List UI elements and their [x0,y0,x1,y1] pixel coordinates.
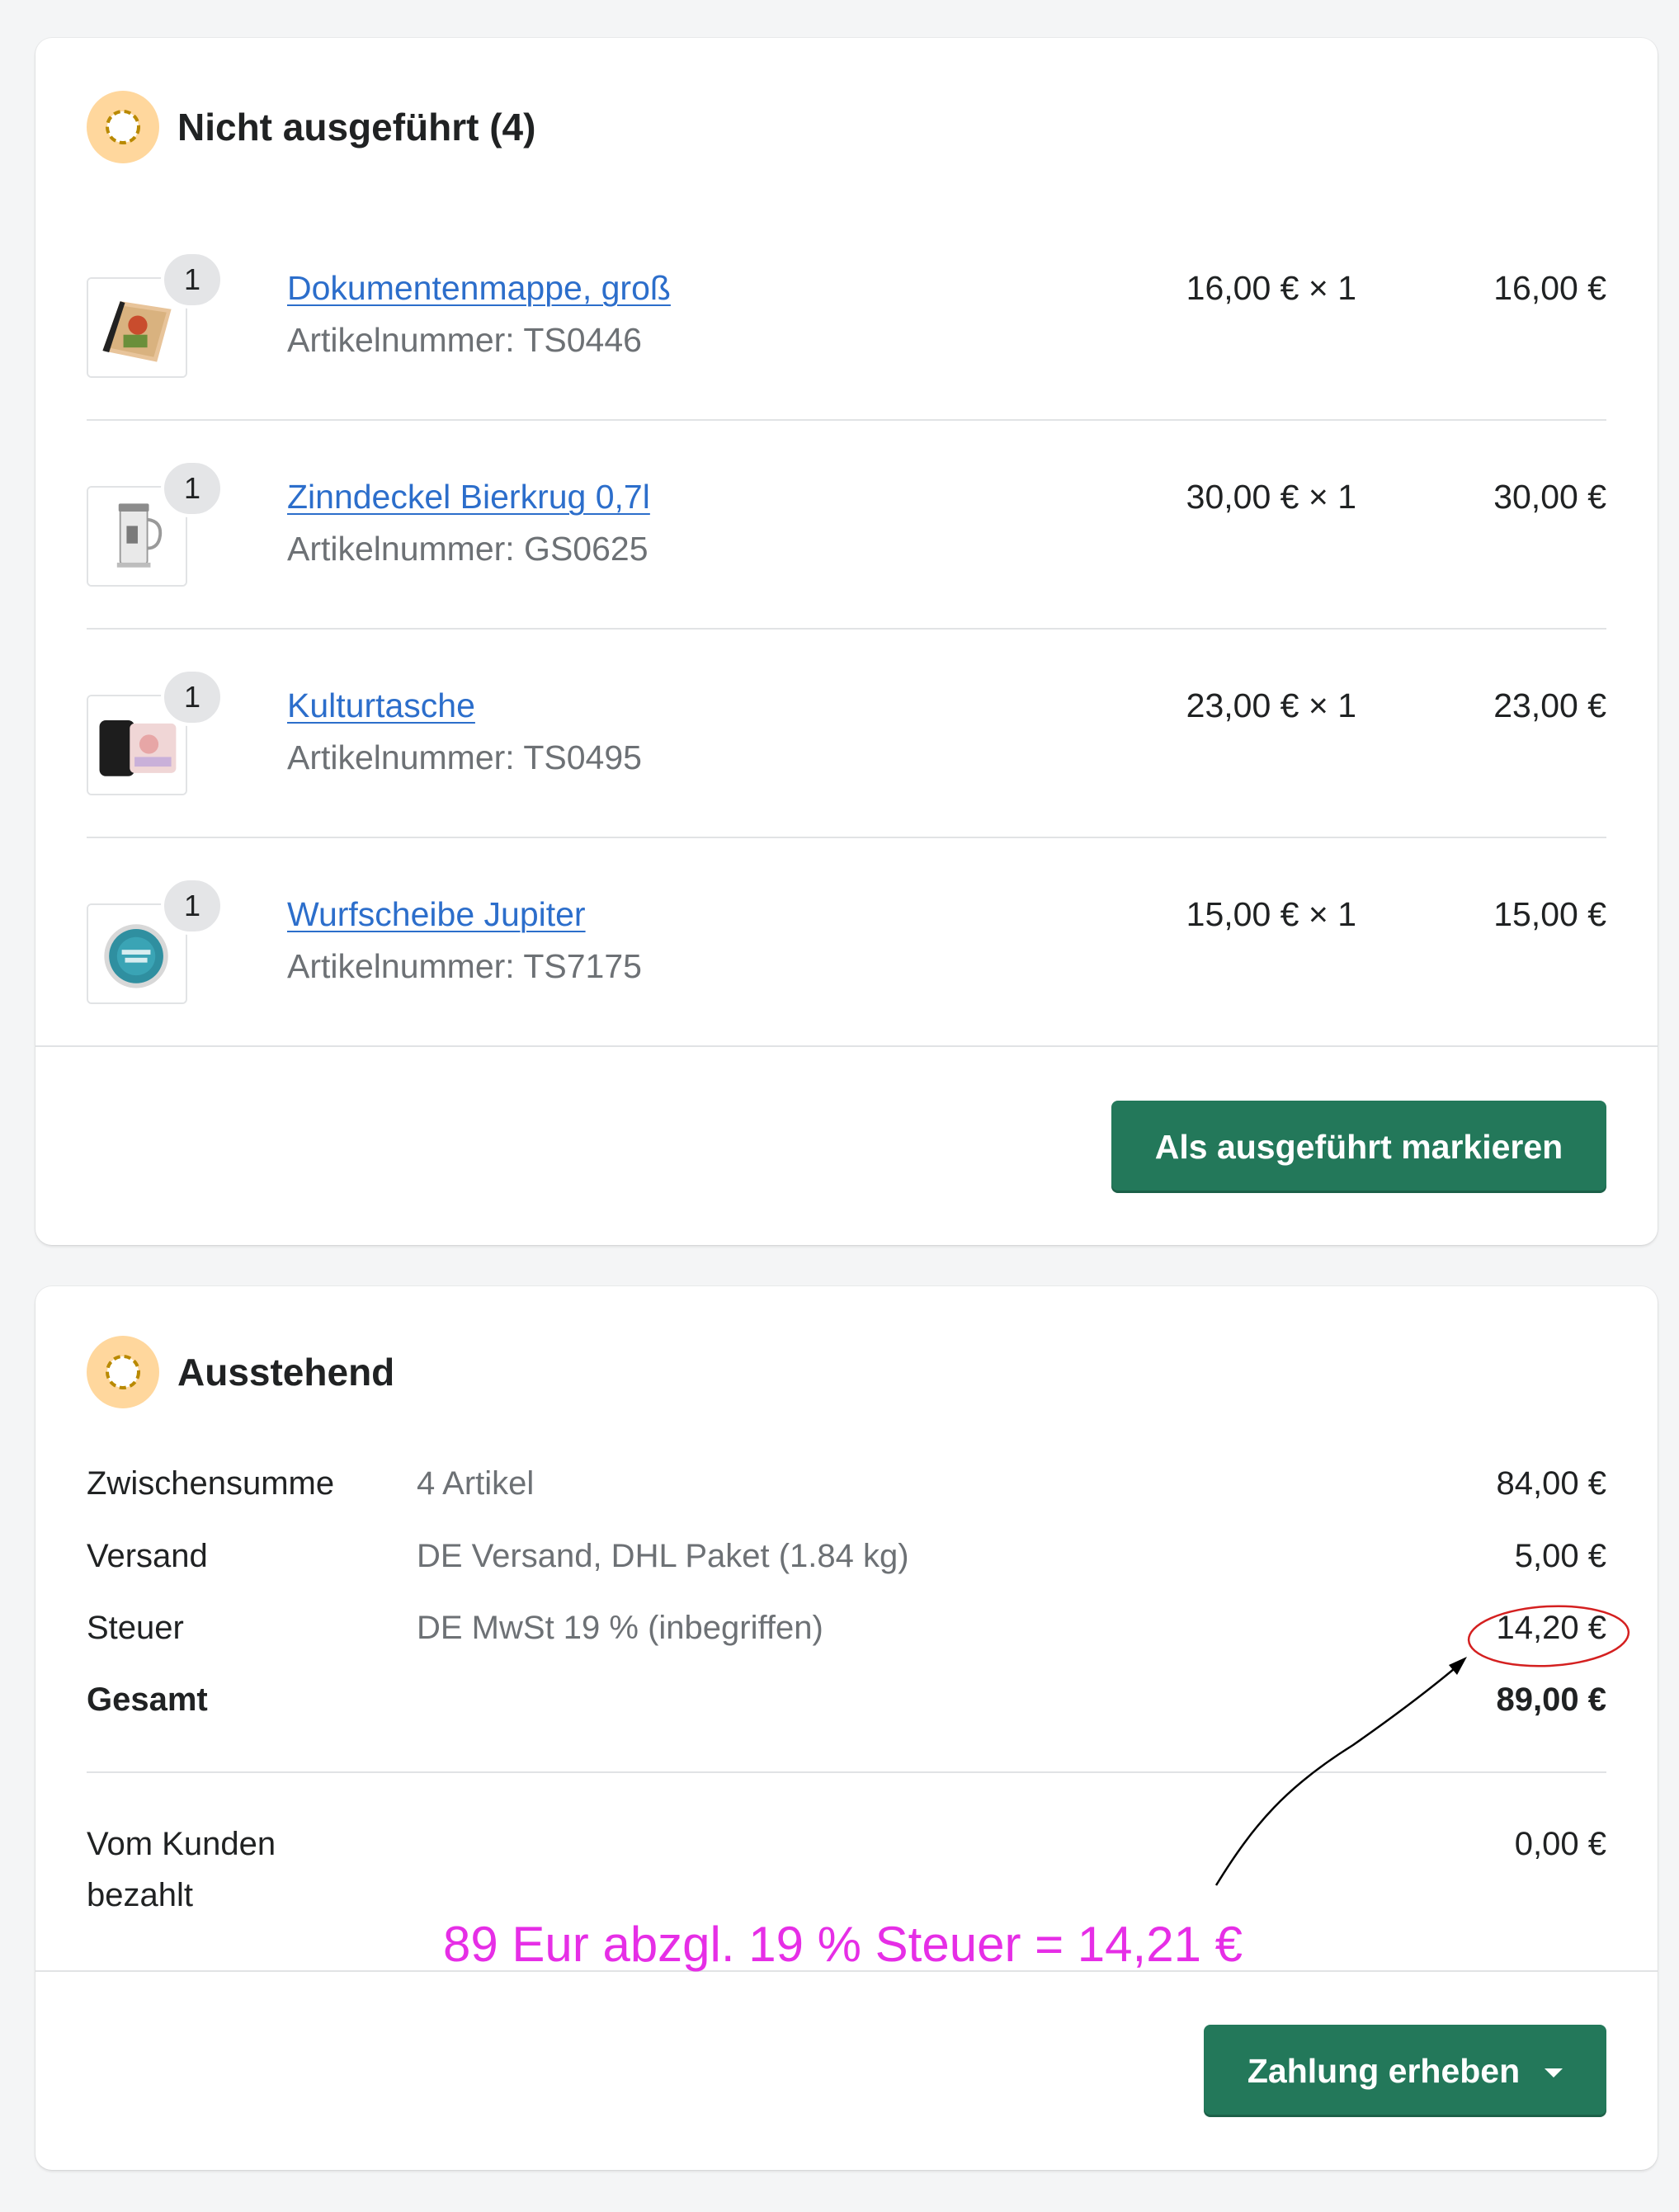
tax-row: Steuer DE MwSt 19 % (inbegriffen) 14,20 … [87,1610,1606,1659]
total-row: Gesamt 89,00 € [87,1681,1606,1731]
quantity-badge: 1 [161,251,224,309]
product-link[interactable]: Kulturtasche [287,686,475,725]
line-total: 30,00 € [1493,478,1606,516]
unit-price: 16,00 € × 1 [1186,269,1356,307]
card-footer-divider [35,1045,1658,1047]
product-link[interactable]: Wurfscheibe Jupiter [287,895,586,934]
summary-label: Zwischensumme [87,1465,335,1502]
quantity-badge: 1 [161,460,224,517]
caret-down-icon [1545,2068,1563,2078]
line-total: 23,00 € [1493,686,1606,724]
line-item: 1 Zinndeckel Bierkrug 0,7l Artikelnummer… [87,445,1606,654]
unit-price: 30,00 € × 1 [1186,478,1356,516]
mark-as-fulfilled-button[interactable]: Als ausgeführt markieren [1111,1101,1606,1193]
summary-label: Steuer [87,1610,184,1646]
annotation-note: 89 Eur abzgl. 19 % Steuer = 14,21 € [443,1917,1243,1972]
product-sku: Artikelnummer: TS0495 [287,738,642,776]
order-details-page: Nicht ausgeführt (4) 1 Dokumentenmappe, … [0,0,1679,2212]
item-divider [87,419,1606,421]
unit-price: 15,00 € × 1 [1186,895,1356,933]
product-link[interactable]: Zinndeckel Bierkrug 0,7l [287,478,650,516]
quantity-badge: 1 [161,668,224,726]
line-item: 1 Dokumentenmappe, groß Artikelnummer: T… [87,236,1606,446]
paid-by-customer-label: Vom Kunden bezahlt [87,1826,276,1913]
paid-by-customer-value: 0,00 € [1514,1826,1606,1862]
summary-label: Versand [87,1538,208,1574]
collect-payment-button[interactable]: Zahlung erheben [1204,2025,1606,2117]
summary-value: 5,00 € [1514,1538,1606,1574]
line-item: 1 Wurfscheibe Jupiter Artikelnummer: TS7… [87,862,1606,1072]
payment-status-title: Ausstehend [177,1351,395,1394]
unfulfilled-title: Nicht ausgeführt (4) [177,106,536,149]
product-sku: Artikelnummer: TS0446 [287,321,642,359]
unit-price: 23,00 € × 1 [1186,686,1356,724]
subtotal-row: Zwischensumme 4 Artikel 84,00 € [87,1465,1606,1515]
summary-label: Gesamt [87,1681,208,1718]
line-total: 16,00 € [1493,269,1606,307]
summary-value: 14,20 € [1496,1610,1606,1646]
payment-card-header: Ausstehend [87,1336,394,1408]
item-divider [87,628,1606,630]
summary-description: DE Versand, DHL Paket (1.84 kg) [417,1538,909,1574]
item-divider [87,837,1606,838]
line-item: 1 Kulturtasche Artikelnummer: TS0495 23,… [87,653,1606,863]
quantity-badge: 1 [161,877,224,935]
summary-description: 4 Artikel [417,1465,535,1502]
product-sku: Artikelnummer: TS7175 [287,947,642,985]
unfulfilled-card: Nicht ausgeführt (4) 1 Dokumentenmappe, … [35,38,1658,1245]
payment-card: Ausstehend Zwischensumme 4 Artikel 84,00… [35,1286,1658,2170]
product-sku: Artikelnummer: GS0625 [287,530,648,568]
status-incomplete-icon [87,91,159,163]
line-total: 15,00 € [1493,895,1606,933]
summary-divider [87,1771,1606,1773]
summary-description: DE MwSt 19 % (inbegriffen) [417,1610,823,1646]
summary-value: 89,00 € [1496,1681,1606,1718]
product-link[interactable]: Dokumentenmappe, groß [287,269,671,308]
status-incomplete-icon [87,1336,159,1408]
unfulfilled-card-header: Nicht ausgeführt (4) [87,91,535,163]
summary-value: 84,00 € [1496,1465,1606,1502]
shipping-row: Versand DE Versand, DHL Paket (1.84 kg) … [87,1538,1606,1587]
collect-payment-label: Zahlung erheben [1247,2051,1521,2090]
